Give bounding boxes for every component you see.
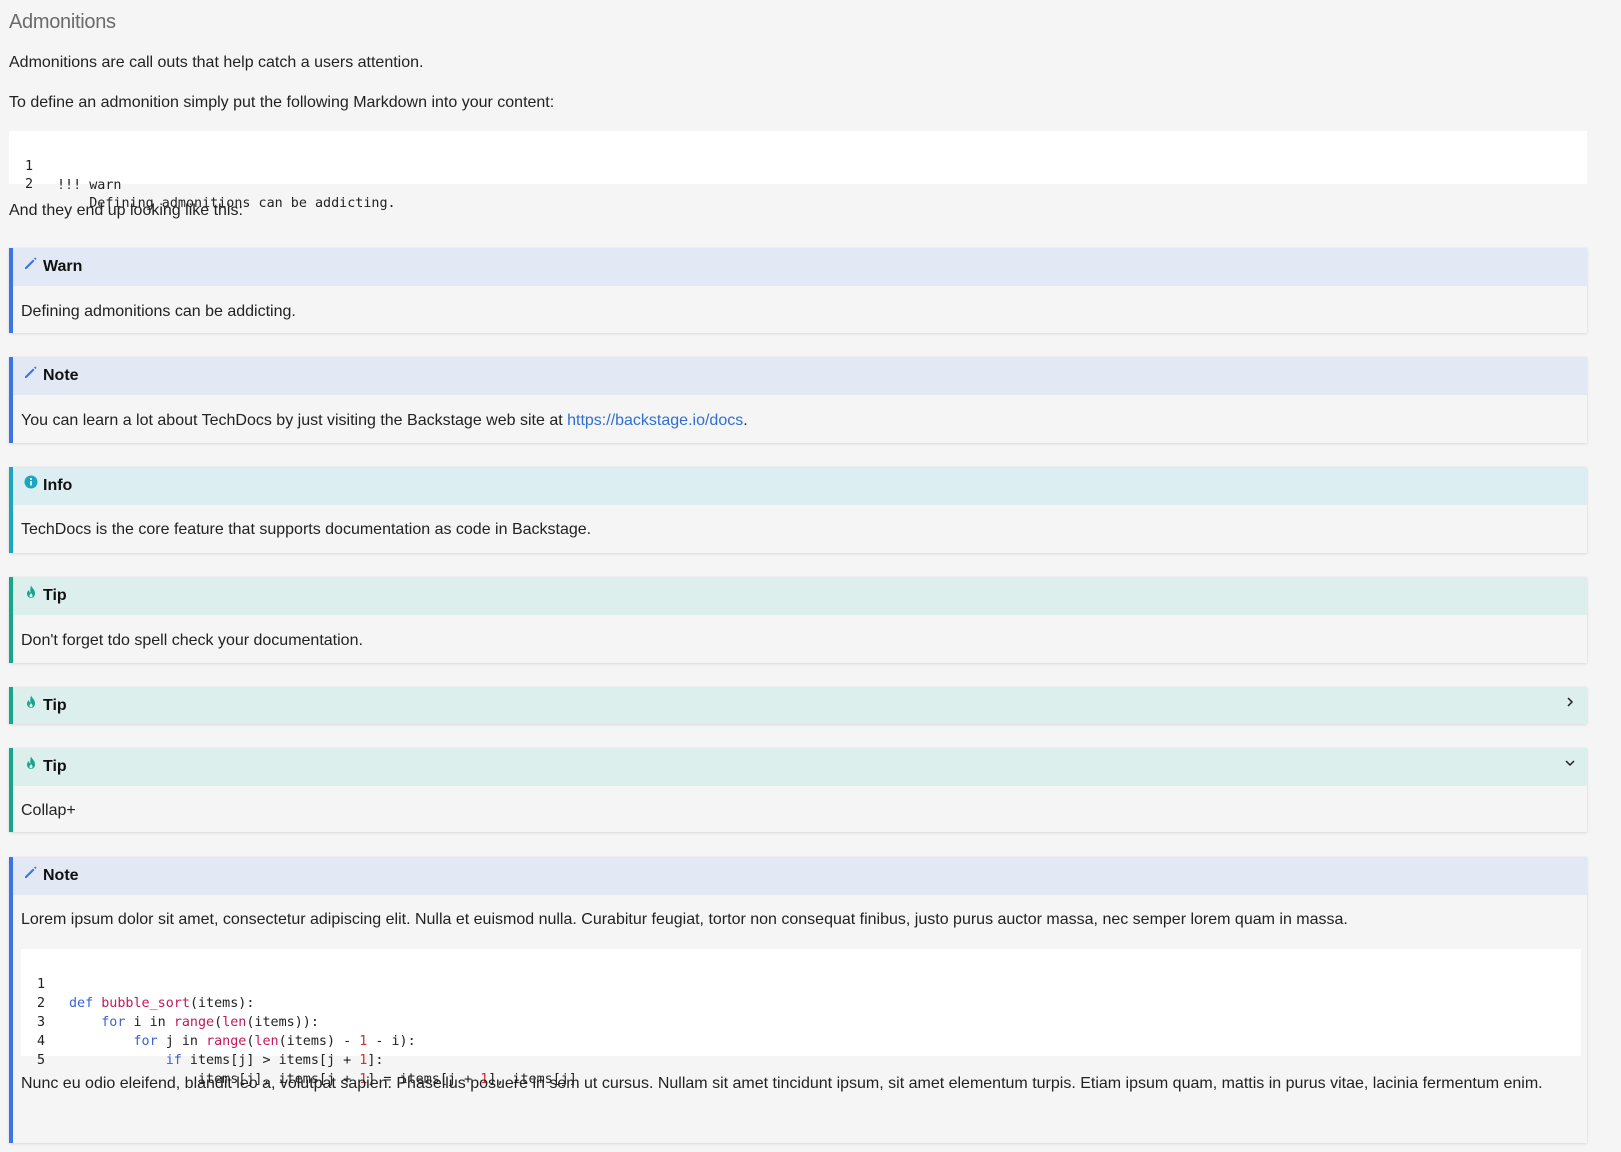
admonition-title: Tip <box>43 697 67 714</box>
admonition-note: Note You can learn a lot about TechDocs … <box>9 357 1587 443</box>
backstage-docs-link[interactable]: https://backstage.io/docs <box>567 412 743 429</box>
admonition-body: Defining admonitions can be addicting. <box>21 303 296 320</box>
admonition-tip-expanded: Tip Collap+ <box>9 748 1587 832</box>
admonition-warn: Warn Defining admonitions can be addicti… <box>9 248 1587 333</box>
admonition-title: Tip <box>43 758 67 775</box>
admonition-title: Warn <box>43 258 83 275</box>
flame-icon <box>27 585 35 598</box>
admonition-header: Tip <box>13 577 1587 615</box>
admonition-title: Note <box>43 867 79 884</box>
flame-icon <box>27 695 35 708</box>
body-text: You can learn a lot about TechDocs by ju… <box>21 412 568 429</box>
admonition-tip: Tip Don't forget tdo spell check your do… <box>9 577 1587 663</box>
admonition-body: You can learn a lot about TechDocs by ju… <box>21 412 748 430</box>
code-text: for i in range(len(items)): <box>101 1015 319 1030</box>
info-icon <box>24 475 38 489</box>
line-number: 2 <box>24 177 34 192</box>
page-title: Admonitions <box>9 11 116 33</box>
code-line: 4 if items[j] > items[j + 1]: <box>21 1013 383 1068</box>
admonition-header: Note <box>13 357 1587 395</box>
admonition-body: TechDocs is the core feature that suppor… <box>21 521 592 538</box>
code-line: 2 for i in range(len(items)): <box>21 975 319 1030</box>
admonition-body: Don't forget tdo spell check your docume… <box>21 632 363 649</box>
define-paragraph: To define an admonition simply put the f… <box>9 94 555 111</box>
markdown-code-block: 1 !!! warn 2 Defining admonitions can be… <box>9 131 1587 211</box>
admonition-body: Collap+ <box>21 802 76 819</box>
result-paragraph: And they end up looking like this: <box>9 202 243 219</box>
code-text: for j in range(len(items) - 1 - i): <box>133 1034 416 1049</box>
admonition-header: Note <box>13 857 1587 895</box>
admonition-footer-text: Nunc eu odio eleifend, blandit leo a, vo… <box>21 1075 1543 1092</box>
line-number: 5 <box>36 1053 46 1068</box>
pencil-icon <box>25 866 37 878</box>
flame-icon <box>27 756 35 769</box>
code-text: !!! warn <box>57 178 122 193</box>
chevron-down-icon[interactable] <box>1563 756 1577 770</box>
chevron-right-icon[interactable] <box>1563 695 1577 709</box>
code-text: def bubble_sort(items): <box>69 996 255 1011</box>
admonition-title: Tip <box>43 587 67 604</box>
admonition-title: Info <box>43 477 73 494</box>
admonition-note-with-code: Note Lorem ipsum dolor sit amet, consect… <box>9 857 1587 1143</box>
pencil-icon <box>25 366 37 378</box>
code-line: 2 Defining admonitions can be addicting. <box>9 156 396 211</box>
code-line: 1 !!! warn <box>9 138 122 193</box>
admonition-header[interactable]: Tip <box>13 748 1587 786</box>
pencil-icon <box>25 257 37 269</box>
admonition-header[interactable]: Tip <box>13 687 1587 724</box>
code-text: if items[j] > items[j + 1]: <box>165 1053 384 1068</box>
docs-page: Admonitions Admonitions are call outs th… <box>0 0 1621 1152</box>
admonition-info: Info TechDocs is the core feature that s… <box>9 467 1587 553</box>
admonition-header: Info <box>13 467 1587 505</box>
admonition-tip-collapsed[interactable]: Tip <box>9 687 1587 724</box>
body-text-end: . <box>743 412 748 429</box>
python-code-block: 1 def bubble_sort(items): 2 for i in ran… <box>21 949 1581 1087</box>
code-line: 5 items[j], items[j + 1] = items[j + 1],… <box>21 1032 577 1087</box>
code-line: 3 for j in range(len(items) - 1 - i): <box>21 994 416 1049</box>
intro-paragraph: Admonitions are call outs that help catc… <box>9 54 424 71</box>
admonition-body: Lorem ipsum dolor sit amet, consectetur … <box>21 911 1348 928</box>
admonition-header: Warn <box>13 248 1587 286</box>
code-line: 1 def bubble_sort(items): <box>21 956 254 1011</box>
admonition-title: Note <box>43 367 79 384</box>
